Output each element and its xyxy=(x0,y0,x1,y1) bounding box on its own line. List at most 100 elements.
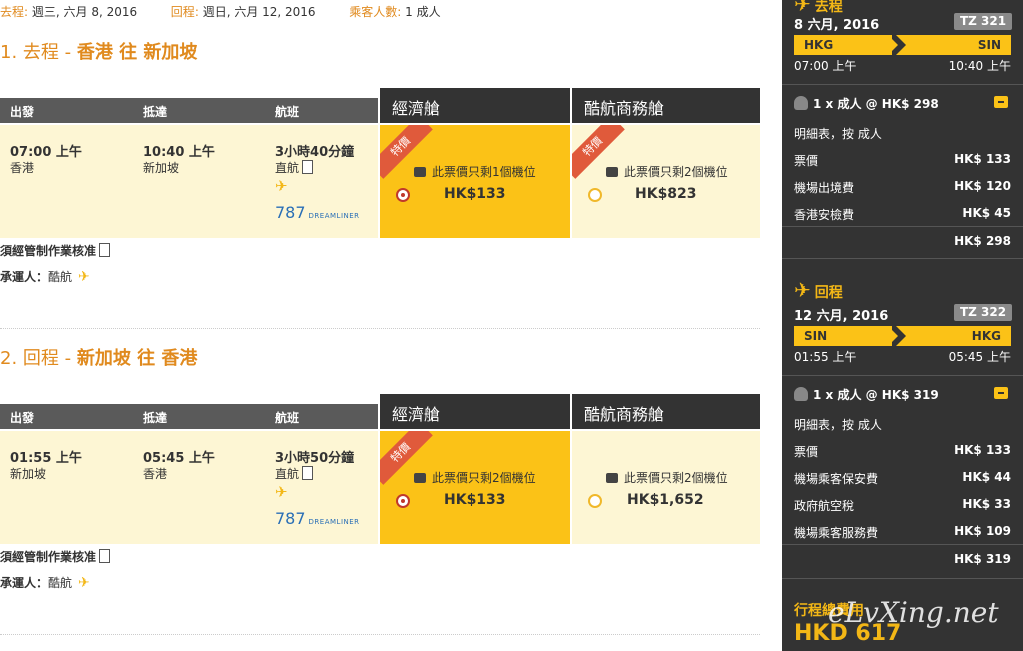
section-title-return: 2. 回程 - 新加坡 往 香港 xyxy=(0,348,198,369)
carrier-info: 承運人：酷航 ✈ xyxy=(0,575,90,591)
economy-fare-cell[interactable]: 特價 此票價只剩1個機位 HK$133 xyxy=(380,125,570,238)
fee-row: 政府航空稅 HK$ 33 xyxy=(794,497,1011,513)
route-origin: HKG xyxy=(804,38,834,52)
flight-duration: 3小時40分鐘 xyxy=(275,145,355,160)
fee-row: 票價 HK$ 133 xyxy=(794,152,1011,168)
airplane-icon: ✈ xyxy=(78,575,90,591)
dreamliner-logo: 787 DREAMLINER xyxy=(275,203,360,222)
header-depart: 出發 xyxy=(10,105,35,119)
business-fare-cell[interactable]: 此票價只剩2個機位 HK$1,652 xyxy=(572,431,760,544)
document-icon[interactable] xyxy=(99,549,111,563)
departure-time: 07:00 上午 xyxy=(10,145,82,160)
seat-icon xyxy=(414,473,426,483)
fare-price: HK$133 xyxy=(444,186,506,202)
fee-row: 香港安檢費 HK$ 45 xyxy=(794,206,1011,222)
fare-radio[interactable] xyxy=(588,494,602,508)
header-depart: 出發 xyxy=(10,411,35,425)
arrival-city: 香港 xyxy=(143,467,168,481)
header-flight: 航班 xyxy=(275,411,300,425)
divider xyxy=(782,84,1023,85)
seats-left: 此票價只剩2個機位 xyxy=(414,469,536,486)
arrival-time: 05:45 上午 xyxy=(143,451,215,466)
flight-number-badge: TZ 322 xyxy=(954,304,1012,321)
route-destination: HKG xyxy=(971,329,1001,343)
table-header: 出發 抵達 航班 xyxy=(0,98,378,123)
business-fare-cell[interactable]: 特價 此票價只剩2個機位 HK$823 xyxy=(572,125,760,238)
departure-time: 01:55 上午 xyxy=(10,451,82,466)
header-arrive: 抵達 xyxy=(143,105,168,119)
passenger-fare: 1 x 成人 @ HK$ 319 xyxy=(794,386,939,403)
return-date-label: 回程 xyxy=(170,5,195,19)
header-business: 酷航商務艙 xyxy=(572,88,760,123)
passenger-count-label: 乘客人數 xyxy=(349,5,398,19)
route-destination: SIN xyxy=(977,38,1001,52)
seats-left: 此票價只剩2個機位 xyxy=(606,163,728,180)
seats-left: 此票價只剩1個機位 xyxy=(414,163,536,180)
fare-radio[interactable] xyxy=(588,188,602,202)
document-icon[interactable] xyxy=(99,243,111,257)
header-business: 酷航商務艙 xyxy=(572,394,760,429)
document-icon[interactable] xyxy=(302,160,314,174)
sidebar-outbound-date: 8 六月, 2016 xyxy=(794,18,880,33)
route-origin: SIN xyxy=(804,329,828,343)
sidebar-departure-time: 07:00 上午 xyxy=(794,59,857,73)
flight-selection-panel: 去程: 週三, 六月 8, 2016 回程: 週日, 六月 12, 2016 乘… xyxy=(0,0,780,651)
trip-summary: 去程: 週三, 六月 8, 2016 回程: 週日, 六月 12, 2016 乘… xyxy=(0,5,441,19)
breakdown-label: 明細表，按 成人 xyxy=(794,418,882,432)
nonstop-label[interactable]: 直航 xyxy=(275,159,314,176)
fare-radio-selected[interactable] xyxy=(396,494,410,508)
sidebar-arrival-time: 10:40 上午 xyxy=(948,59,1011,73)
route-bar: SIN HKG xyxy=(794,322,1011,350)
fee-row: 機場乘客服務費 HK$ 109 xyxy=(794,524,1011,540)
watermark: eLvXing.net xyxy=(828,596,999,629)
arrival-time: 10:40 上午 xyxy=(143,145,215,160)
table-header: 出發 抵達 航班 xyxy=(0,404,378,429)
flight-duration: 3小時50分鐘 xyxy=(275,451,355,466)
divider xyxy=(782,226,1023,227)
outbound-date-label: 去程 xyxy=(0,5,25,19)
header-flight: 航班 xyxy=(275,105,300,119)
departure-city: 新加坡 xyxy=(10,467,47,481)
fee-row: 機場乘客保安費 HK$ 44 xyxy=(794,470,1011,486)
collapse-button[interactable] xyxy=(994,387,1008,399)
flight-row: 07:00 上午 香港 10:40 上午 新加坡 3小時40分鐘 直航 ✈ 78… xyxy=(0,125,378,238)
section-divider xyxy=(0,634,760,635)
seat-icon xyxy=(414,167,426,177)
airplane-icon: ✈ xyxy=(78,269,90,285)
section-divider xyxy=(0,328,760,329)
departure-city: 香港 xyxy=(10,161,35,175)
nonstop-label[interactable]: 直航 xyxy=(275,465,314,482)
passenger-count-value: 1 成人 xyxy=(405,5,441,19)
carrier-info: 承運人：酷航 ✈ xyxy=(0,269,90,285)
approval-note[interactable]: 須經管制作業核准 xyxy=(0,242,111,259)
divider xyxy=(782,544,1023,545)
breakdown-label: 明細表，按 成人 xyxy=(794,127,882,141)
fare-price: HK$823 xyxy=(635,186,697,202)
fee-row: 票價 HK$ 133 xyxy=(794,443,1011,459)
airplane-icon: ✈ xyxy=(275,177,288,195)
approval-note[interactable]: 須經管制作業核准 xyxy=(0,548,111,565)
passenger-fare: 1 x 成人 @ HK$ 298 xyxy=(794,95,939,112)
airplane-icon: ✈ xyxy=(794,278,811,302)
airplane-icon: ✈ xyxy=(275,483,288,501)
sidebar-return-date: 12 六月, 2016 xyxy=(794,309,889,324)
fee-row: 機場出境費 HK$ 120 xyxy=(794,179,1011,195)
fare-radio-selected[interactable] xyxy=(396,188,410,202)
fare-price: HK$133 xyxy=(444,492,506,508)
person-icon xyxy=(794,96,808,110)
document-icon[interactable] xyxy=(302,466,314,480)
arrival-city: 新加坡 xyxy=(143,161,180,175)
booking-summary-sidebar: ✈ 去程 8 六月, 2016 TZ 321 HKG SIN 07:00 上午 1… xyxy=(782,0,1023,651)
seat-icon xyxy=(606,473,618,483)
fare-price: HK$1,652 xyxy=(627,492,704,508)
sidebar-arrival-time: 05:45 上午 xyxy=(948,350,1011,364)
seat-icon xyxy=(606,167,618,177)
section-title-outbound: 1. 去程 - 香港 往 新加坡 xyxy=(0,42,198,63)
divider xyxy=(782,578,1023,579)
header-economy: 經濟艙 xyxy=(380,88,570,123)
economy-fare-cell[interactable]: 特價 此票價只剩2個機位 HK$133 xyxy=(380,431,570,544)
route-bar: HKG SIN xyxy=(794,31,1011,59)
collapse-button[interactable] xyxy=(994,96,1008,108)
outbound-date-value: 週三, 六月 8, 2016 xyxy=(31,5,138,19)
seats-left: 此票價只剩2個機位 xyxy=(606,469,728,486)
